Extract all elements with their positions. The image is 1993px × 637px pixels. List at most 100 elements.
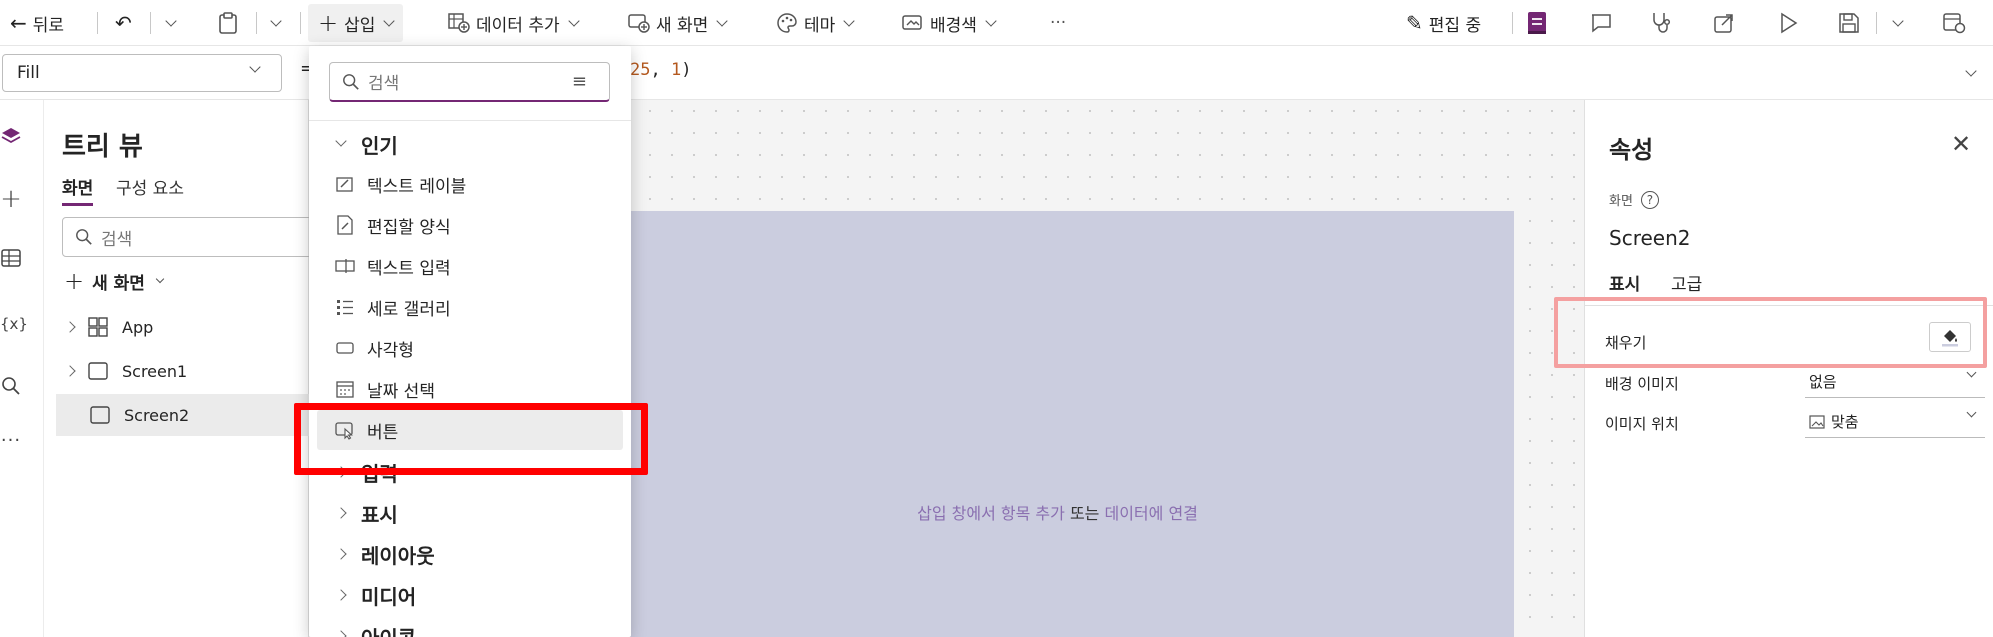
connect-data-link[interactable]: 데이터에 연결 bbox=[1104, 504, 1197, 523]
editing-mode-button[interactable]: ✎ 편집 중 bbox=[1406, 0, 1481, 46]
undo-button[interactable]: ↶ bbox=[115, 0, 132, 46]
arrow-left-icon: ← bbox=[10, 11, 27, 35]
tree-item-screen1[interactable]: Screen1 bbox=[44, 350, 309, 392]
category-media[interactable]: 미디어 bbox=[317, 575, 623, 615]
insert-item-text-label[interactable]: 텍스트 레이블 bbox=[317, 164, 623, 204]
insert-pane-link[interactable]: 삽입 창에서 항목 추가 bbox=[917, 504, 1065, 523]
more-icon[interactable]: ··· bbox=[0, 430, 22, 451]
background-color-button[interactable]: 배경색 bbox=[902, 0, 997, 46]
app-checker-button[interactable] bbox=[1526, 0, 1548, 46]
insert-item-text-input[interactable]: 텍스트 입력 bbox=[317, 246, 623, 286]
background-icon bbox=[902, 15, 922, 30]
tab-display[interactable]: 표시 bbox=[1609, 270, 1640, 295]
tree-item-screen2[interactable]: Screen2 bbox=[56, 394, 309, 436]
chevron-right-icon bbox=[335, 548, 347, 560]
edit-form-icon bbox=[335, 215, 355, 235]
comment-icon bbox=[1592, 14, 1611, 33]
plus-icon: + bbox=[318, 9, 339, 37]
comments-button[interactable] bbox=[1590, 0, 1612, 46]
publish-icon bbox=[1943, 13, 1966, 34]
calendar-icon bbox=[335, 379, 355, 399]
tree-item-app[interactable]: App bbox=[44, 306, 309, 348]
monitor-button[interactable] bbox=[1650, 0, 1672, 46]
search-icon bbox=[343, 73, 359, 90]
image-position-select[interactable]: 맞춤 bbox=[1805, 406, 1985, 438]
button-highlight-box bbox=[294, 403, 648, 475]
tab-components[interactable]: 구성 요소 bbox=[116, 174, 184, 199]
plus-icon: + bbox=[64, 267, 85, 295]
chevron-right-icon bbox=[335, 507, 347, 519]
preview-button[interactable] bbox=[1778, 0, 1798, 46]
close-icon[interactable]: ✕ bbox=[1951, 130, 1971, 158]
property-selector[interactable]: Fill bbox=[2, 54, 282, 92]
properties-panel: 속성 ✕ 화면 ? Screen2 표시 고급 채우기 배경 이미지 없음 이미… bbox=[1584, 100, 1993, 637]
app-icon bbox=[88, 317, 108, 337]
tab-screens[interactable]: 화면 bbox=[62, 174, 94, 206]
theme-button[interactable]: 테마 bbox=[776, 0, 855, 46]
back-button[interactable]: ← 뒤로 bbox=[10, 0, 64, 46]
fill-highlight-box bbox=[1554, 297, 1987, 368]
palette-icon bbox=[777, 13, 797, 33]
share-button[interactable] bbox=[1713, 0, 1735, 46]
insert-item-edit-form[interactable]: 편집할 양식 bbox=[317, 205, 623, 245]
screen-icon bbox=[90, 406, 110, 424]
publish-button[interactable] bbox=[1942, 0, 1966, 46]
layers-icon[interactable] bbox=[0, 126, 22, 151]
more-button[interactable]: ··· bbox=[1050, 0, 1066, 46]
formula-expand-button[interactable] bbox=[1963, 60, 1977, 80]
chevron-right-icon bbox=[64, 321, 76, 333]
insert-button[interactable]: + 삽입 bbox=[308, 4, 404, 42]
formula-bar: Fill = 25, 1) bbox=[0, 46, 1993, 100]
add-data-button[interactable]: 데이터 추가 bbox=[448, 0, 580, 46]
pencil-icon: ✎ bbox=[1406, 11, 1423, 35]
new-screen-icon bbox=[628, 14, 650, 33]
category-layout[interactable]: 레이아웃 bbox=[317, 534, 623, 574]
insert-search-input[interactable]: 검색 ≡ bbox=[329, 62, 610, 102]
left-rail: + {x} ··· bbox=[0, 100, 44, 637]
search-icon bbox=[76, 229, 92, 245]
image-position-label: 이미지 위치 bbox=[1605, 415, 1679, 433]
paste-dropdown-button[interactable] bbox=[268, 0, 282, 46]
screen-icon bbox=[88, 362, 108, 380]
bg-image-select[interactable]: 없음 bbox=[1805, 366, 1985, 398]
scope-label: 화면 ? bbox=[1609, 190, 1659, 209]
undo-icon: ↶ bbox=[115, 11, 132, 35]
properties-title: 속성 bbox=[1609, 136, 1654, 164]
text-label-icon bbox=[335, 174, 355, 194]
save-button[interactable] bbox=[1838, 0, 1860, 46]
filter-icon[interactable]: ≡ bbox=[572, 71, 587, 92]
help-icon[interactable]: ? bbox=[1640, 190, 1659, 209]
tree-search-input[interactable]: 검색 bbox=[62, 217, 322, 257]
plus-icon[interactable]: + bbox=[0, 184, 22, 214]
save-dropdown-button[interactable] bbox=[1890, 0, 1904, 46]
tree-view-title: 트리 뷰 bbox=[62, 132, 143, 162]
clipboard-icon bbox=[219, 12, 237, 34]
new-screen-button[interactable]: + 새 화면 bbox=[64, 264, 165, 298]
undo-dropdown-button[interactable] bbox=[163, 0, 177, 46]
table-add-icon bbox=[448, 13, 470, 33]
data-table-icon[interactable] bbox=[0, 248, 22, 273]
insert-item-rectangle[interactable]: 사각형 bbox=[317, 328, 623, 368]
text-input-icon bbox=[335, 256, 355, 276]
insert-panel: 검색 ≡ 인기 텍스트 레이블 편집할 양식 텍스트 입력 세로 갤러리 사각형 bbox=[309, 46, 631, 637]
search-icon[interactable] bbox=[0, 376, 22, 401]
formula-input[interactable]: 25, 1) bbox=[630, 60, 691, 80]
bg-image-label: 배경 이미지 bbox=[1605, 375, 1679, 393]
new-screen-button[interactable]: 새 화면 bbox=[628, 0, 728, 46]
category-popular[interactable]: 인기 bbox=[317, 124, 623, 164]
tab-advanced[interactable]: 고급 bbox=[1671, 270, 1702, 295]
save-icon bbox=[1839, 13, 1859, 33]
chevron-right-icon bbox=[64, 365, 76, 377]
share-icon bbox=[1714, 14, 1733, 33]
screen-artboard[interactable] bbox=[601, 211, 1514, 637]
stethoscope-icon bbox=[1653, 13, 1671, 33]
category-display[interactable]: 표시 bbox=[317, 493, 623, 533]
variables-icon[interactable]: {x} bbox=[0, 315, 28, 333]
chevron-right-icon bbox=[335, 630, 347, 637]
screen-name: Screen2 bbox=[1609, 226, 1691, 250]
category-icons[interactable]: 아이콘 bbox=[317, 616, 623, 637]
paste-button[interactable] bbox=[218, 0, 238, 46]
command-bar: ← 뒤로 ↶ + 삽입 데이터 추가 새 화면 테마 배경색 ··· ✎ 편집 … bbox=[0, 0, 1993, 46]
insert-item-vertical-gallery[interactable]: 세로 갤러리 bbox=[317, 287, 623, 327]
gallery-icon bbox=[335, 297, 355, 317]
